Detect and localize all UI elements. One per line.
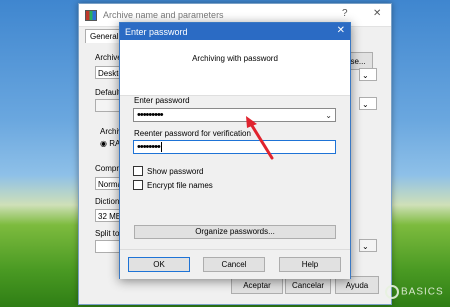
dialog-header: Archiving with password — [120, 40, 350, 96]
reenter-password-label: Reenter password for verification — [134, 129, 251, 138]
split-label: Split to — [95, 229, 120, 238]
help-button[interactable]: Help — [279, 257, 341, 272]
archive-window-title: Archive name and parameters — [103, 10, 224, 20]
help-title-button[interactable]: ? — [342, 8, 348, 19]
checkbox-box[interactable] — [133, 166, 143, 176]
organize-passwords-button[interactable]: Organize passwords... — [134, 225, 336, 239]
dialog-footer: OK Cancel Help — [120, 249, 350, 279]
dialog-heading: Archiving with password — [192, 54, 278, 63]
winrar-icon — [85, 9, 97, 21]
enter-password-dialog: Enter password ✕ Archiving with password… — [119, 22, 351, 279]
text-caret — [160, 142, 162, 153]
dialog-title: Enter password — [125, 26, 188, 37]
cancel-button[interactable]: Cancel — [203, 257, 265, 272]
encrypt-file-names-checkbox[interactable]: Encrypt file names — [133, 180, 213, 190]
encrypt-file-names-label: Encrypt file names — [147, 180, 213, 190]
checkbox-box[interactable] — [133, 180, 143, 190]
chevron-down-icon[interactable]: ⌄ — [325, 110, 332, 122]
tab-general[interactable]: General — [85, 29, 124, 43]
dialog-titlebar: Enter password — [120, 23, 350, 40]
ok-button[interactable]: OK — [128, 257, 190, 272]
enter-password-input[interactable]: ••••••••• ⌄ — [133, 108, 336, 122]
archive-label: Archive — [95, 53, 122, 62]
enter-password-value: ••••••••• — [137, 109, 164, 121]
enter-password-label: Enter password — [134, 96, 190, 105]
watermark-circle-icon — [385, 285, 399, 299]
profile-dropdown[interactable]: ⌄ — [359, 97, 377, 110]
reenter-password-value: •••••••• — [137, 141, 161, 153]
reenter-password-input[interactable]: •••••••• — [133, 140, 336, 154]
update-mode-dropdown[interactable]: ⌄ — [359, 68, 377, 81]
close-archive-window-button[interactable]: ✕ — [373, 8, 381, 19]
default-label: Default — [95, 88, 121, 97]
show-password-checkbox[interactable]: Show password — [133, 166, 203, 176]
dictionary-label: Diction — [95, 197, 120, 206]
rar-radio[interactable]: ◉ RA — [100, 139, 120, 148]
split-dropdown[interactable]: ⌄ — [359, 239, 377, 252]
close-dialog-button[interactable]: ✕ — [337, 25, 345, 36]
show-password-label: Show password — [147, 166, 204, 176]
watermark-logo: BASICS — [385, 285, 444, 299]
